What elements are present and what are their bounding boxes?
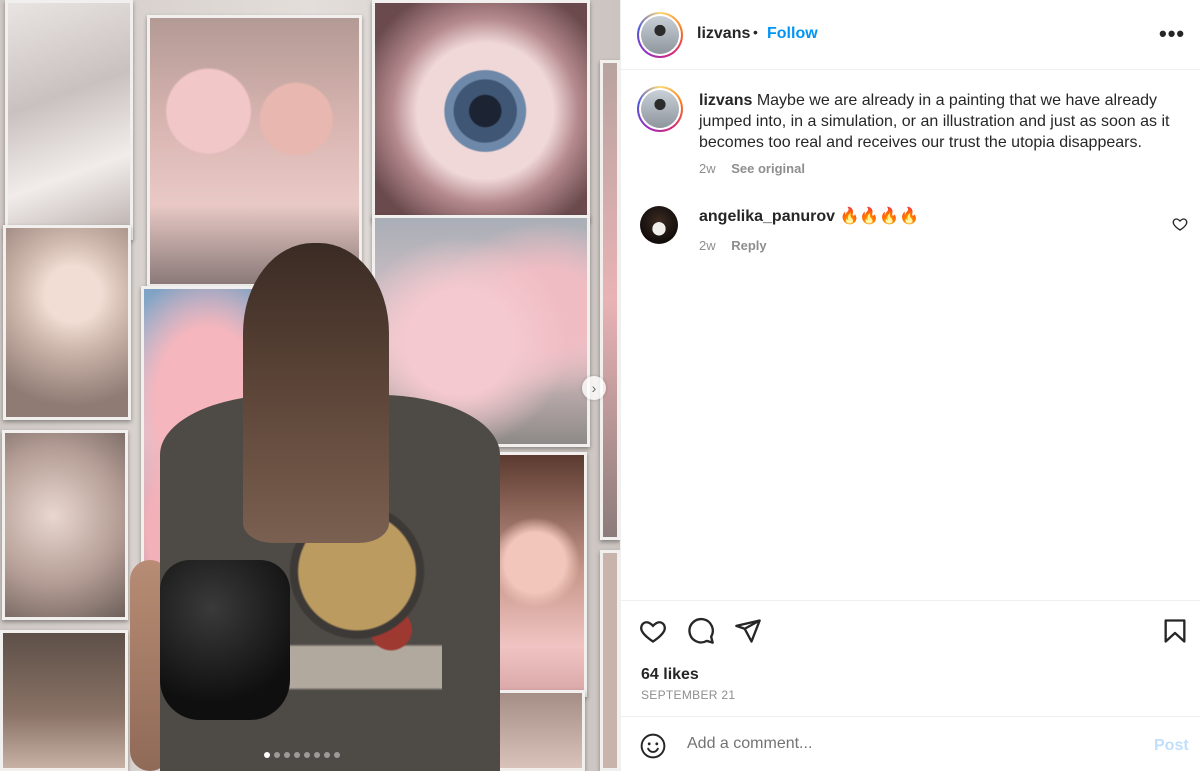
post-button[interactable]: Post — [1154, 737, 1189, 755]
artwork-print — [372, 0, 590, 222]
carousel-dot — [334, 752, 340, 758]
artwork-print — [485, 690, 585, 771]
bookmark-icon[interactable] — [1161, 617, 1189, 645]
carousel-dot — [264, 752, 270, 758]
heart-icon[interactable] — [1172, 216, 1188, 232]
artwork-print — [600, 60, 620, 540]
carousel-indicator — [264, 752, 340, 758]
paper-plane-icon[interactable] — [734, 617, 762, 645]
caption-meta: 2w See original — [699, 161, 805, 176]
author-avatar[interactable] — [637, 12, 683, 58]
carousel-dot — [284, 752, 290, 758]
heart-icon[interactable] — [639, 617, 667, 645]
comment-icon[interactable] — [687, 617, 715, 645]
commenter-avatar[interactable] — [640, 206, 678, 244]
visitor-hair — [243, 243, 389, 543]
comment-input[interactable] — [687, 735, 1127, 753]
action-bar: 64 likes SEPTEMBER 21 — [621, 600, 1200, 716]
likes-count[interactable]: 64 likes — [641, 666, 699, 684]
artwork-print — [3, 225, 131, 420]
artwork-print — [5, 0, 133, 240]
carousel-dot — [314, 752, 320, 758]
carousel-dot — [304, 752, 310, 758]
caption-age[interactable]: 2w — [699, 161, 716, 176]
comment-text: angelika_panurov 🔥🔥🔥🔥 — [699, 206, 919, 226]
ellipsis-icon[interactable]: ••• — [1159, 23, 1185, 45]
comment-meta: 2w Reply — [699, 238, 767, 253]
caption-username[interactable]: lizvans — [699, 92, 752, 109]
author-username[interactable]: lizvans — [697, 25, 750, 43]
add-comment-bar: Post — [621, 716, 1200, 771]
see-original-button[interactable]: See original — [731, 161, 805, 176]
smiley-icon[interactable] — [640, 733, 666, 759]
carousel-dot — [274, 752, 280, 758]
comment-age: 2w — [699, 238, 716, 253]
post-media[interactable]: › — [0, 0, 620, 771]
visitor-bag — [160, 560, 290, 720]
artwork-print — [0, 630, 128, 771]
follow-button[interactable]: Follow — [767, 25, 818, 43]
comment-body: 🔥🔥🔥🔥 — [839, 208, 920, 225]
carousel-dot — [294, 752, 300, 758]
artwork-print — [600, 550, 620, 771]
post-header: lizvans • Follow ••• — [621, 0, 1200, 70]
caption-avatar[interactable] — [637, 86, 683, 132]
carousel-next-button[interactable]: › — [582, 376, 606, 400]
chevron-right-icon: › — [591, 380, 597, 396]
separator-dot: • — [753, 24, 758, 40]
caption-body: Maybe we are already in a painting that … — [699, 92, 1170, 151]
artwork-print — [2, 430, 128, 620]
carousel-dot — [324, 752, 330, 758]
commenter-username[interactable]: angelika_panurov — [699, 208, 835, 225]
reply-button[interactable]: Reply — [731, 238, 766, 253]
post-date: SEPTEMBER 21 — [641, 688, 736, 702]
caption-text: lizvans Maybe we are already in a painti… — [699, 90, 1177, 153]
post-panel: lizvans • Follow ••• lizvans Maybe we ar… — [620, 0, 1200, 771]
